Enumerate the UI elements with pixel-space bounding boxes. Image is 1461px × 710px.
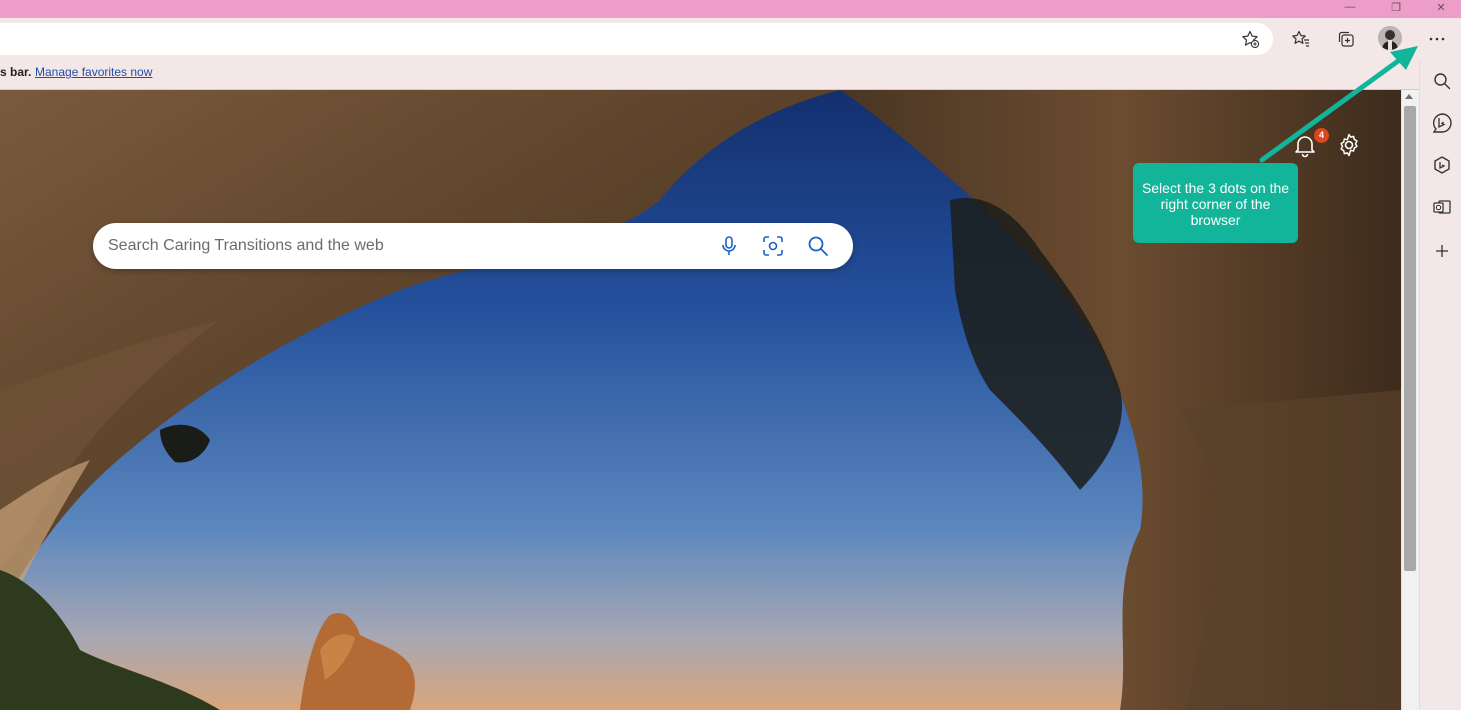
browser-sidebar — [1419, 60, 1461, 710]
title-bar: — ❐ ✕ — [0, 0, 1461, 18]
favorite-add-icon — [1242, 30, 1260, 49]
sidebar-outlook-button[interactable] — [1429, 194, 1455, 220]
avatar-image — [1378, 26, 1402, 50]
minimize-icon: — — [1344, 1, 1356, 13]
add-favorite-button[interactable] — [1234, 23, 1266, 55]
search-box — [93, 223, 853, 269]
more-options-icon — [1429, 37, 1445, 41]
minimize-button[interactable]: — — [1330, 0, 1370, 14]
favorites-button[interactable] — [1285, 23, 1317, 55]
sidebar-bing-chat-button[interactable] — [1429, 110, 1455, 136]
sidebar-copilot-button[interactable] — [1429, 152, 1455, 178]
bing-chat-icon — [1432, 113, 1452, 133]
gear-icon — [1340, 133, 1358, 157]
browser-toolbar — [0, 18, 1461, 60]
outlook-icon — [1433, 200, 1451, 214]
visual-search-icon — [763, 236, 783, 256]
close-button[interactable]: ✕ — [1421, 0, 1461, 14]
restore-icon: ❐ — [1391, 1, 1401, 14]
scroll-up-arrow[interactable] — [1405, 94, 1413, 99]
instruction-callout: Select the 3 dots on the right corner of… — [1133, 163, 1298, 243]
favorites-bar-message: s bar. — [0, 65, 32, 79]
sidebar-search-icon — [1434, 73, 1451, 90]
collections-button[interactable] — [1330, 23, 1362, 55]
voice-search-button[interactable] — [717, 234, 741, 258]
more-options-button[interactable] — [1421, 23, 1453, 55]
search-input[interactable] — [108, 231, 708, 261]
search-icon — [808, 236, 828, 256]
copilot-icon — [1434, 156, 1450, 174]
collections-icon — [1338, 31, 1354, 47]
search-button[interactable] — [806, 234, 830, 258]
favorites-bar: s bar. Manage favorites now — [0, 60, 1419, 90]
close-icon: ✕ — [1436, 1, 1446, 14]
visual-search-button[interactable] — [761, 234, 785, 258]
callout-text: Select the 3 dots on the right corner of… — [1141, 180, 1290, 228]
microphone-icon — [722, 236, 736, 255]
sidebar-add-button[interactable] — [1429, 238, 1455, 264]
address-bar[interactable] — [0, 23, 1273, 55]
sidebar-search-button[interactable] — [1429, 68, 1455, 94]
manage-favorites-link[interactable]: Manage favorites now — [35, 65, 152, 79]
scrollbar-thumb[interactable] — [1404, 106, 1416, 571]
notification-count-badge: 4 — [1314, 128, 1329, 143]
profile-avatar[interactable] — [1378, 26, 1402, 50]
favorites-icon — [1292, 30, 1309, 47]
add-icon — [1436, 245, 1448, 257]
page-settings-button[interactable] — [1336, 132, 1362, 158]
restore-button[interactable]: ❐ — [1376, 0, 1416, 14]
